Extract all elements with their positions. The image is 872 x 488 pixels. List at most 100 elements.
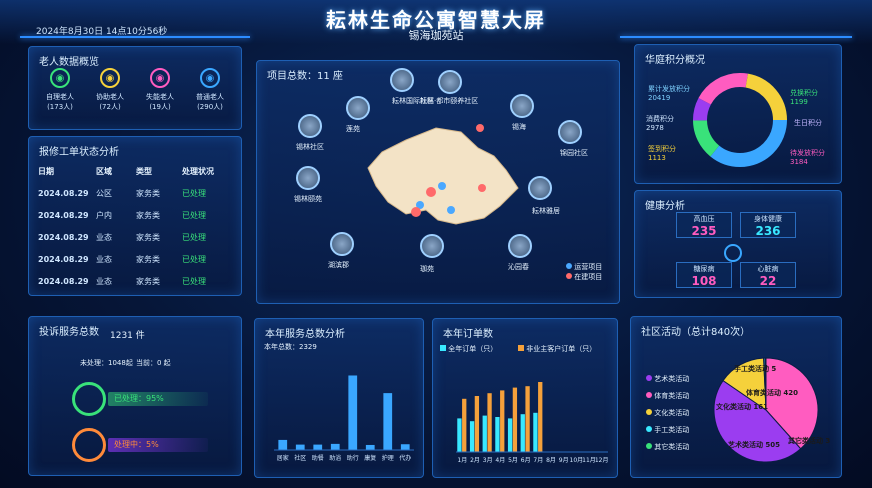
service-tick-label: 助浴 xyxy=(329,454,341,462)
cell-date: 2024.08.29 xyxy=(38,254,89,264)
orders-bar xyxy=(507,418,513,452)
service-bar xyxy=(330,443,340,450)
orders-tick-label: 5月 xyxy=(508,457,518,464)
elder-item: ◉ 失能老人 (19人) xyxy=(138,68,182,112)
cell-area: 公区 xyxy=(96,188,112,198)
orders-tick-label: 11月 xyxy=(582,457,596,464)
map-project-label: 锦园社区 xyxy=(560,149,588,157)
orders-bar xyxy=(474,396,480,452)
map-project-node[interactable] xyxy=(528,176,552,200)
map-project-label: 莲苑 xyxy=(346,125,360,133)
health-heart: 心脏病 22 xyxy=(740,262,796,288)
map-dot-1 xyxy=(426,187,436,197)
community-title: 社区活动（总计840次） xyxy=(641,327,751,338)
datetime: 2024年8月30日 14点10分56秒 xyxy=(36,27,168,37)
community-legend-item: 体育类活动 xyxy=(646,391,689,401)
map-project-node[interactable] xyxy=(296,166,320,190)
elder-icon: ◉ xyxy=(50,68,70,88)
complaints-ring-green xyxy=(72,382,106,416)
map-project-node[interactable] xyxy=(390,68,414,92)
repair-table: 日期 区域 类型 处理状况 2024.08.29 公区 家务类 已处理 2024.… xyxy=(38,160,238,292)
pie-slice-label: 艺术类活动 505 xyxy=(728,441,781,449)
cell-type: 家务类 xyxy=(136,232,160,242)
orders-tick-label: 8月 xyxy=(546,457,556,464)
map-project-node[interactable] xyxy=(330,232,354,256)
points-label-5: 生日积分 xyxy=(794,119,822,127)
table-row: 2024.08.29 户内 家务类 已处理 xyxy=(38,204,238,226)
service-bar xyxy=(278,439,288,450)
community-legend-dot xyxy=(646,375,652,381)
service-tick-label: 护理 xyxy=(382,454,394,462)
header-date: 日期 xyxy=(38,166,54,176)
elder-item: ◉ 普通老人 (290人) xyxy=(188,68,232,112)
health-title: 健康分析 xyxy=(645,201,685,212)
service-bar xyxy=(348,375,358,450)
orders-tick-label: 3月 xyxy=(483,457,493,464)
health-hypertension: 高血压 235 xyxy=(676,212,732,238)
points-label-2: 消费积分 2978 xyxy=(646,115,674,132)
orders-tick-label: 6月 xyxy=(521,457,531,464)
legend-building-label: 在建项目 xyxy=(574,273,603,281)
map-project-node[interactable] xyxy=(346,96,370,120)
service-bar xyxy=(313,444,323,450)
community-legend-dot xyxy=(646,392,652,398)
orders-tick-label: 4月 xyxy=(495,457,505,464)
table-header: 日期 区域 类型 处理状况 xyxy=(38,160,238,182)
orders-bar xyxy=(525,386,530,452)
cell-type: 家务类 xyxy=(136,188,160,198)
complaints-sub1: 未处理：1048起 xyxy=(80,359,133,367)
community-legend-item: 文化类活动 xyxy=(646,408,689,418)
points-label-1: 累计发放积分 20419 xyxy=(648,85,690,102)
orders-bar xyxy=(487,393,492,452)
points-label-4: 兑换积分 1199 xyxy=(790,89,818,106)
map-dot-5 xyxy=(411,207,421,217)
map-dot-6 xyxy=(478,184,486,192)
table-row: 2024.08.29 业态 家务类 已处理 xyxy=(38,248,238,270)
map-dot-2 xyxy=(438,182,446,190)
orders-bar xyxy=(457,418,462,452)
pie-slice-label: 文化类活动 161 xyxy=(716,403,769,411)
complaints-ring-orange xyxy=(72,428,106,462)
cell-date: 2024.08.29 xyxy=(38,232,89,242)
map-legend-building: 在建项目 xyxy=(566,272,602,282)
complaints-handled: 已处理：95% xyxy=(108,392,208,406)
elder-label: 协助老人 xyxy=(96,93,124,101)
health-healthy: 身体健康 236 xyxy=(740,212,796,238)
elder-count: (173人) xyxy=(47,103,73,111)
orders-bar xyxy=(482,415,487,452)
cell-area: 业态 xyxy=(96,276,112,286)
orders-bar xyxy=(512,387,518,452)
community-legend-item: 其它类活动 xyxy=(646,442,689,452)
map-dot-3 xyxy=(447,206,455,214)
service-tick-label: 代办 xyxy=(399,454,411,462)
cell-type: 家务类 xyxy=(136,276,160,286)
orders-bar xyxy=(520,414,525,452)
map-project-node[interactable] xyxy=(510,94,534,118)
map-project-label: 湖滨郡 xyxy=(328,261,349,269)
map-project-node[interactable] xyxy=(558,120,582,144)
service-bar xyxy=(365,444,375,450)
cell-area: 业态 xyxy=(96,232,112,242)
map-dot-7 xyxy=(476,124,484,132)
map-project-node[interactable] xyxy=(420,234,444,258)
orders-tick-label: 2月 xyxy=(470,457,480,464)
points-label-3: 签到积分 1113 xyxy=(648,145,676,162)
header-status: 处理状况 xyxy=(182,166,214,176)
health-panel: 健康分析 xyxy=(634,190,842,298)
community-legend-item: 手工类活动 xyxy=(646,425,689,435)
map-project-node[interactable] xyxy=(508,234,532,258)
legend-dot-blue xyxy=(566,263,572,269)
map-project-node[interactable] xyxy=(298,114,322,138)
orders-bar xyxy=(533,412,538,452)
service-bar xyxy=(383,393,393,450)
cell-status: 已处理 xyxy=(182,210,206,220)
service-chart: 居家 社区 助餐 助浴 助行 康复 护理 代办 xyxy=(274,375,414,462)
complaints-processing: 处理中：5% xyxy=(108,438,208,452)
cell-status: 已处理 xyxy=(182,232,206,242)
orders-tick-label: 1月 xyxy=(457,457,467,464)
table-row: 2024.08.29 业态 家务类 已处理 xyxy=(38,270,238,292)
health-center-icon xyxy=(724,244,742,262)
elder-count: (290人) xyxy=(197,103,223,111)
map-project-node[interactable] xyxy=(438,70,462,94)
orders-bar xyxy=(495,417,500,452)
